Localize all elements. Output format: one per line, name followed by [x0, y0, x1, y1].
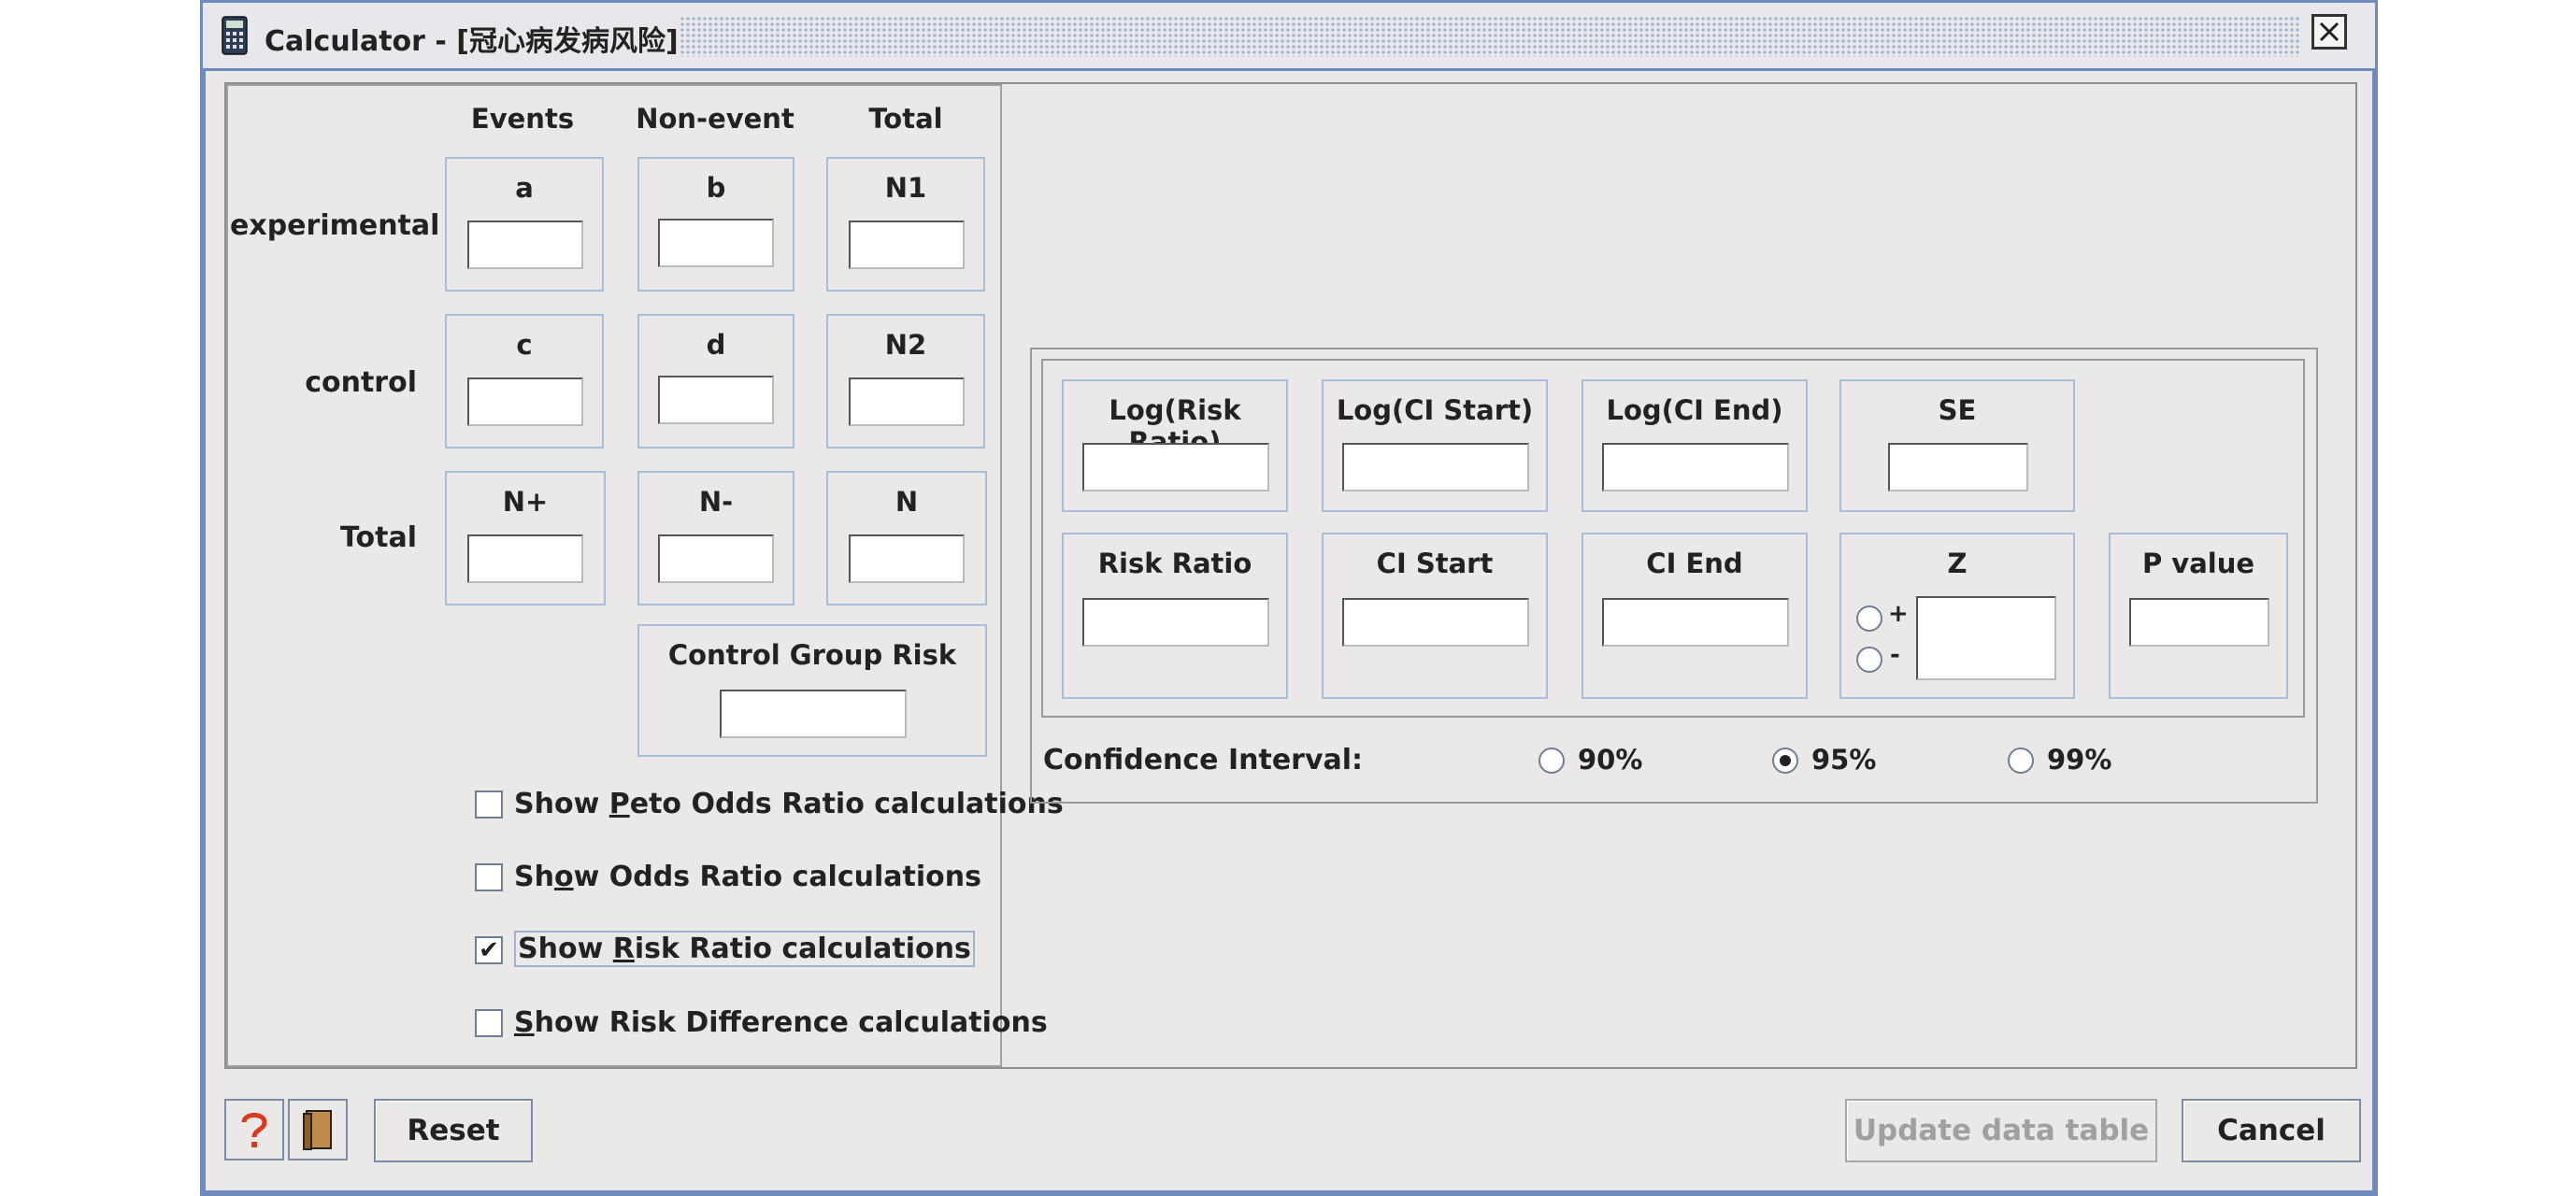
cell-n2-label: N2 [884, 329, 927, 361]
cell-c: c [445, 314, 604, 448]
cell-d-label: d [706, 329, 726, 361]
control-group-risk-label: Control Group Risk [667, 639, 957, 671]
show-peto-odds-ratio-checkbox[interactable] [475, 790, 503, 819]
calculator-icon [222, 16, 248, 55]
ci-90-radio[interactable] [1538, 748, 1565, 774]
cell-n-total-label: N [894, 486, 919, 518]
se: SE [1839, 379, 2075, 512]
cell-d: d [637, 314, 794, 448]
title-bar[interactable]: Calculator - [冠心病发病风险] [200, 0, 2378, 71]
cell-b: b [637, 157, 794, 292]
title-bar-texture [680, 16, 2300, 57]
selected-dot-icon [1780, 755, 1791, 766]
header-total: Total [868, 103, 943, 135]
ci-90-label[interactable]: 90% [1578, 744, 1642, 776]
z-minus-radio[interactable] [1856, 647, 1882, 673]
cell-b-input[interactable] [658, 219, 774, 267]
se-label: SE [1938, 394, 1977, 426]
z-label: Z [1947, 548, 1968, 579]
z-field[interactable] [1916, 596, 2056, 680]
show-odds-ratio-label[interactable]: Show Odds Ratio calculations [514, 861, 981, 893]
se-field[interactable] [1888, 443, 2028, 491]
log-ci-end-label: Log(CI End) [1606, 394, 1783, 426]
cell-a-label: a [515, 172, 534, 204]
cell-n-plus: N+ [445, 471, 606, 605]
cell-n-minus-input[interactable] [658, 534, 774, 583]
reset-button[interactable]: Reset [374, 1099, 533, 1162]
ci-95-radio[interactable] [1772, 748, 1798, 774]
log-ci-end-field[interactable] [1602, 443, 1789, 491]
cell-a: a [445, 157, 604, 292]
cell-c-label: c [516, 329, 533, 361]
show-risk-ratio-label[interactable]: Show Risk Ratio calculations [514, 931, 975, 967]
show-risk-difference-checkbox[interactable] [475, 1009, 503, 1037]
z-plus-label: + [1888, 600, 1909, 628]
ci-start-field[interactable] [1342, 598, 1529, 647]
control-group-risk-input[interactable] [720, 690, 907, 738]
confidence-interval-label: Confidence Interval: [1043, 744, 1364, 776]
help-icon [241, 1113, 267, 1147]
z-minus-label: - [1890, 641, 1900, 669]
row-label-control: control [305, 366, 417, 399]
cell-c-input[interactable] [467, 377, 583, 426]
row-label-experimental: experimental [230, 209, 440, 242]
row-label-total: Total [340, 521, 417, 554]
ci-99-radio[interactable] [2008, 748, 2034, 774]
help-button[interactable] [224, 1099, 284, 1160]
risk-ratio-label: Risk Ratio [1097, 548, 1252, 579]
risk-ratio-field[interactable] [1082, 598, 1269, 647]
log-ci-start-field[interactable] [1342, 443, 1529, 491]
cell-a-input[interactable] [467, 221, 583, 269]
cell-n-total-input[interactable] [849, 534, 965, 583]
ci-99-label[interactable]: 99% [2047, 744, 2111, 776]
ci-start-label: CI Start [1376, 548, 1494, 579]
cell-d-input[interactable] [658, 376, 774, 424]
cell-n-plus-label: N+ [502, 486, 549, 518]
z: Z + - [1839, 533, 2075, 699]
ci-end: CI End [1581, 533, 1808, 699]
p-value-field[interactable] [2129, 598, 2269, 647]
cell-n1: N1 [826, 157, 985, 292]
p-value-label: P value [2141, 548, 2255, 579]
ci-95-label[interactable]: 95% [1811, 744, 1876, 776]
log-risk-ratio-field[interactable] [1082, 443, 1269, 491]
ci-end-label: CI End [1646, 548, 1743, 579]
header-non-event: Non-event [636, 103, 794, 135]
ci-end-field[interactable] [1602, 598, 1789, 647]
close-icon [2319, 21, 2340, 42]
log-ci-start-label: Log(CI Start) [1336, 394, 1534, 426]
cancel-button[interactable]: Cancel [2182, 1099, 2361, 1162]
cell-n2-input[interactable] [849, 377, 965, 426]
show-peto-odds-ratio-label[interactable]: Show Peto Odds Ratio calculations [514, 788, 1064, 820]
window-title: Calculator - [冠心病发病风险] [265, 25, 679, 58]
show-risk-difference-label[interactable]: Show Risk Difference calculations [514, 1006, 1048, 1039]
cell-n-plus-input[interactable] [467, 534, 583, 583]
checkmark-icon: ✔ [479, 936, 499, 964]
control-group-risk: Control Group Risk [637, 624, 987, 757]
cell-b-label: b [706, 172, 726, 204]
cell-n-minus: N- [637, 471, 794, 605]
close-button[interactable] [2311, 14, 2347, 50]
book-icon [303, 1110, 332, 1150]
show-odds-ratio-checkbox[interactable] [475, 863, 503, 891]
update-data-table-button[interactable]: Update data table [1845, 1099, 2157, 1162]
log-ci-start: Log(CI Start) [1322, 379, 1548, 512]
header-events: Events [470, 103, 575, 135]
cell-n1-input[interactable] [849, 221, 965, 269]
log-risk-ratio: Log(Risk Ratio) [1062, 379, 1288, 512]
cell-n-total: N [826, 471, 987, 605]
book-button[interactable] [288, 1099, 348, 1160]
log-ci-end: Log(CI End) [1581, 379, 1808, 512]
cell-n-minus-label: N- [698, 486, 734, 518]
risk-ratio: Risk Ratio [1062, 533, 1288, 699]
ci-start: CI Start [1322, 533, 1548, 699]
z-plus-radio[interactable] [1856, 605, 1882, 632]
cell-n1-label: N1 [884, 172, 927, 204]
show-risk-ratio-checkbox[interactable]: ✔ [475, 936, 503, 964]
p-value: P value [2109, 533, 2288, 699]
cell-n2: N2 [826, 314, 985, 448]
